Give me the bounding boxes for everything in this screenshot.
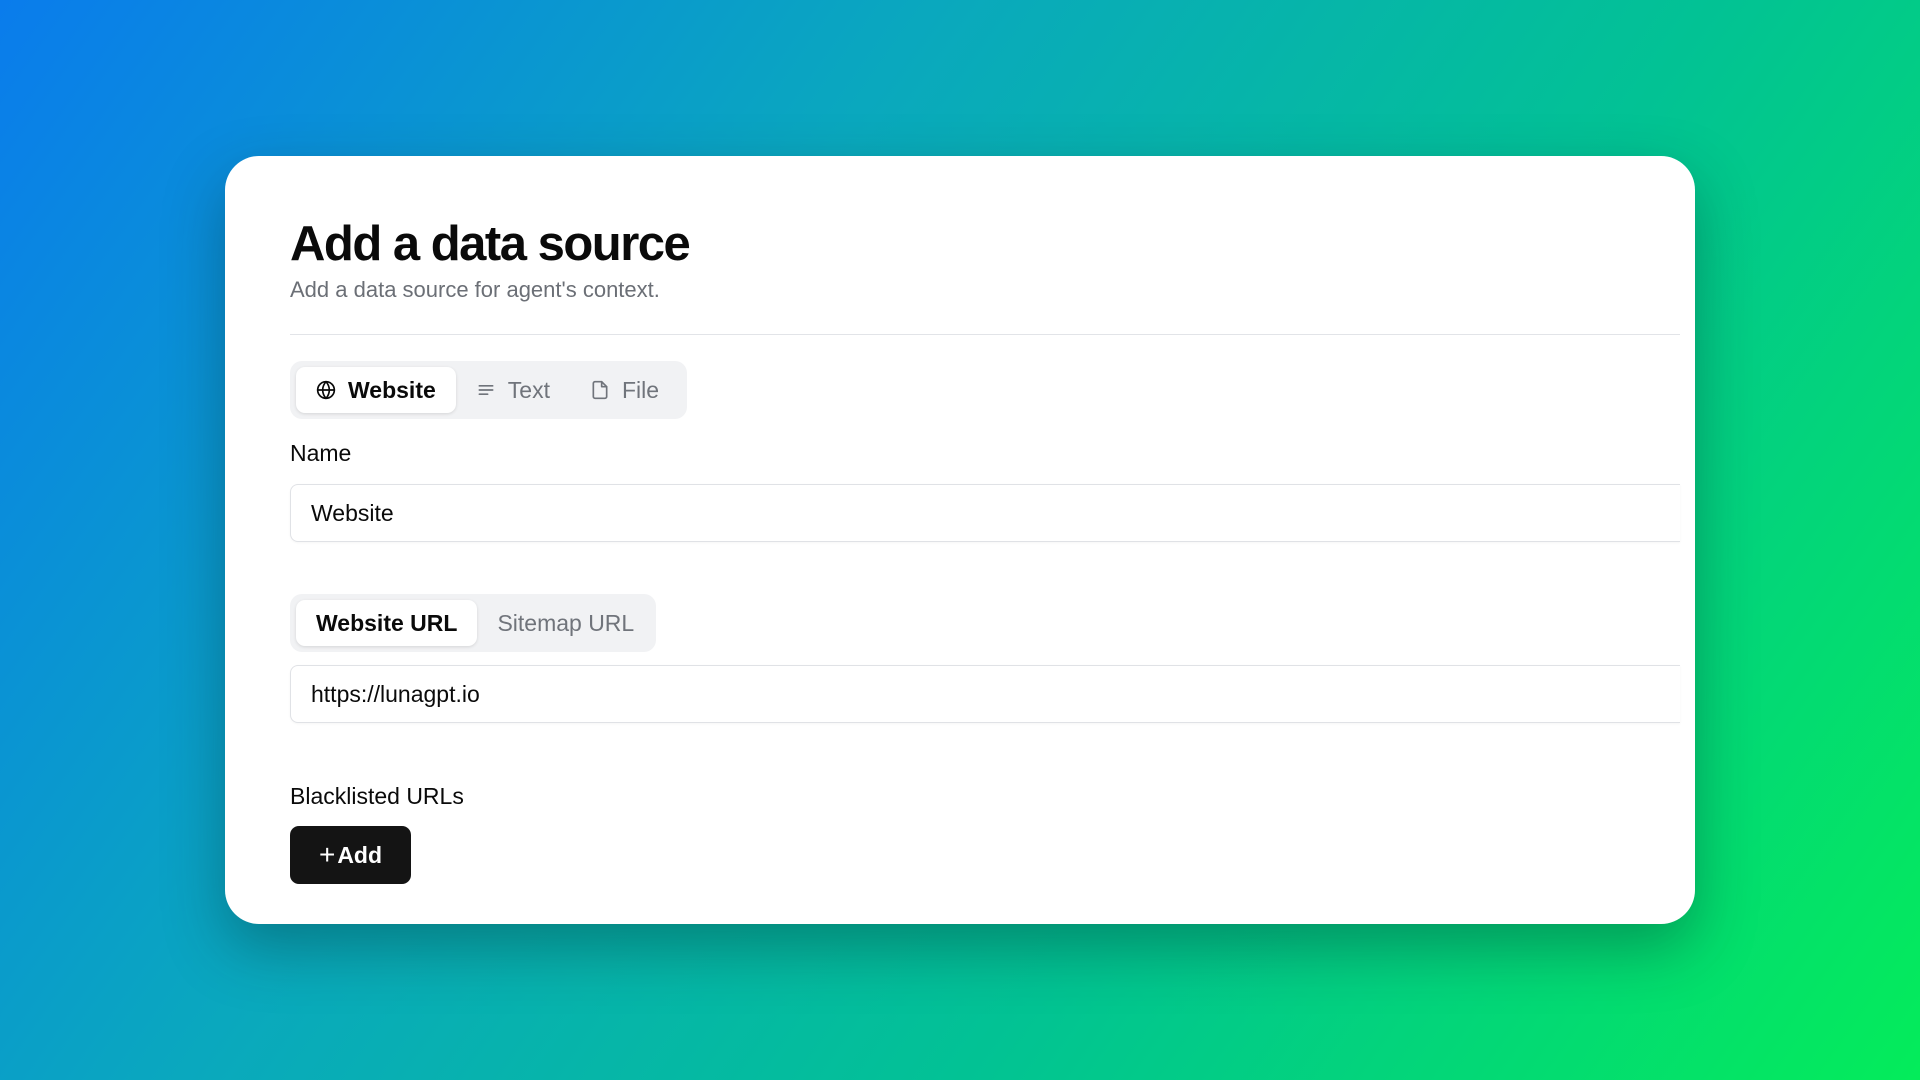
- file-icon: [592, 380, 608, 400]
- tab-sitemap-url-label: Sitemap URL: [497, 609, 635, 636]
- add-blacklisted-url-button[interactable]: + Add: [290, 826, 411, 884]
- globe-icon: [316, 380, 336, 400]
- divider: [290, 334, 1680, 335]
- url-input[interactable]: https://lunagpt.io: [290, 665, 1680, 723]
- dialog-subtitle: Add a data source for agent's context.: [290, 277, 660, 302]
- source-type-tabs: Website Text File: [290, 361, 687, 419]
- add-button-label: Add: [337, 841, 383, 868]
- name-field-label: Name: [290, 440, 352, 466]
- tab-sitemap-url[interactable]: Sitemap URL: [477, 600, 654, 646]
- url-type-tabs: Website URL Sitemap URL: [290, 594, 656, 652]
- plus-icon: +: [318, 839, 336, 870]
- dialog-title: Add a data source: [290, 217, 691, 271]
- tab-website[interactable]: Website: [296, 367, 456, 413]
- url-input-value: https://lunagpt.io: [311, 680, 480, 707]
- name-input-value: Website: [311, 499, 394, 526]
- tab-text-label: Text: [507, 376, 550, 403]
- text-lines-icon: [478, 385, 494, 395]
- tab-website-url[interactable]: Website URL: [296, 600, 478, 646]
- blacklisted-urls-label: Blacklisted URLs: [290, 783, 464, 809]
- tab-file-label: File: [621, 376, 660, 403]
- tab-text[interactable]: Text: [456, 367, 570, 413]
- tab-website-label: Website: [348, 376, 436, 403]
- tab-website-url-label: Website URL: [316, 609, 458, 636]
- tab-file[interactable]: File: [570, 367, 679, 413]
- name-input[interactable]: Website: [290, 484, 1680, 542]
- add-data-source-dialog: Add a data source Add a data source for …: [225, 156, 1695, 924]
